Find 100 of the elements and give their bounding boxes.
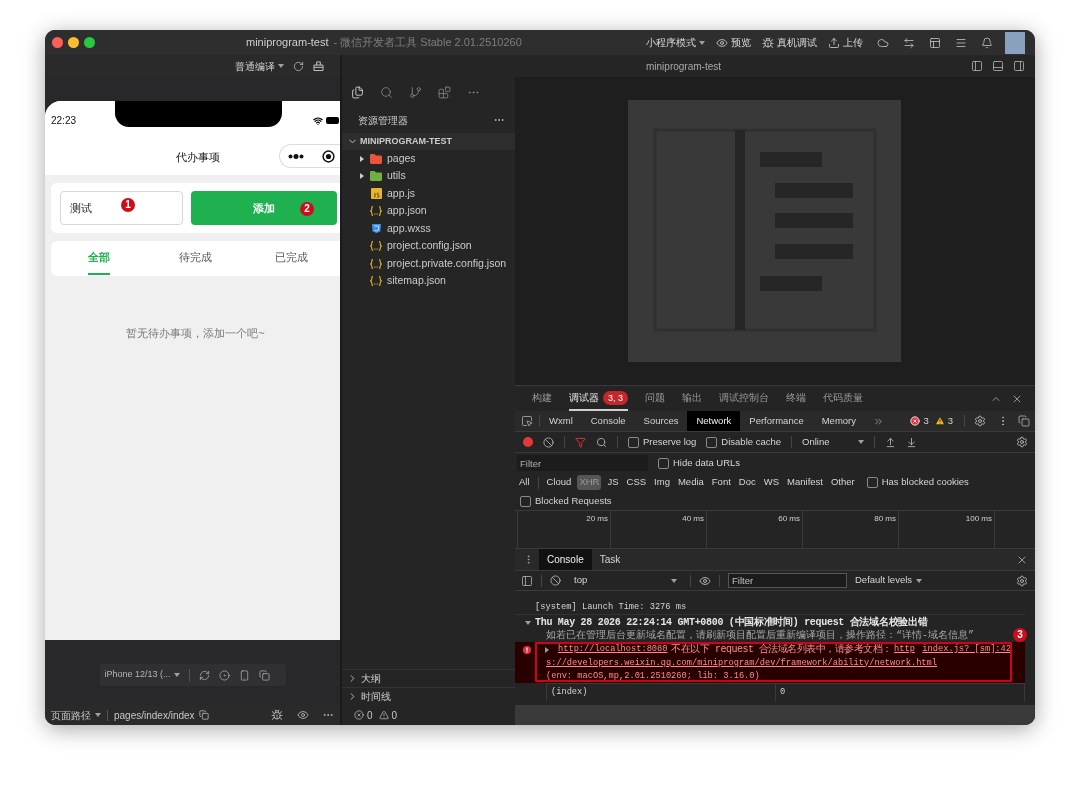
checkbox[interactable]: [628, 436, 639, 448]
docs-link[interactable]: http: [894, 643, 915, 657]
warning-status-icon[interactable]: [378, 710, 389, 720]
upload-button[interactable]: 上传: [828, 35, 863, 50]
swap-icon[interactable]: [903, 36, 915, 49]
file-tree-item[interactable]: app.wxss: [342, 220, 515, 238]
error-count[interactable]: 3: [923, 413, 929, 429]
panel-tab[interactable]: 问题: [645, 386, 665, 411]
bug-icon[interactable]: [271, 709, 283, 721]
localhost-link[interactable]: http://localhost:8080: [558, 643, 668, 657]
project-header[interactable]: MINIPROGRAM-TEST: [342, 133, 515, 150]
rotate-icon[interactable]: [198, 669, 210, 681]
resource-type-filter[interactable]: Other: [828, 475, 857, 490]
docs-link[interactable]: s://developers.weixin.qq.com/miniprogram/dev/framework/ability/network.html: [546, 656, 937, 669]
zoom-button[interactable]: [84, 37, 95, 48]
upload-icon[interactable]: [885, 436, 896, 448]
refresh-icon[interactable]: [293, 60, 304, 72]
panel-tab[interactable]: 输出: [682, 386, 702, 411]
sidebar-icon[interactable]: [521, 574, 533, 587]
menu-icon[interactable]: [955, 36, 967, 49]
panel-tab[interactable]: 调试控制台: [719, 386, 769, 411]
avatar-placeholder[interactable]: [1005, 31, 1025, 54]
eye-icon[interactable]: [699, 574, 711, 587]
file-tree-item[interactable]: project.private.config.json: [342, 255, 515, 273]
minimize-button[interactable]: [68, 37, 79, 48]
inspect-icon[interactable]: [521, 415, 533, 427]
clear-icon[interactable]: [543, 436, 554, 448]
branch-icon[interactable]: [409, 85, 422, 99]
source-link[interactable]: index.js? [sm]:42: [922, 643, 1011, 657]
checkbox[interactable]: [706, 436, 718, 448]
device-dropdown[interactable]: iPhone 12/13 (...: [104, 668, 180, 682]
resource-type-filter[interactable]: CSS: [624, 475, 649, 490]
error-status-count[interactable]: 0: [367, 707, 373, 723]
files-icon[interactable]: [351, 85, 364, 99]
phone-icon[interactable]: [238, 669, 250, 681]
settings-icon[interactable]: [1016, 436, 1028, 448]
capsule-menu[interactable]: [279, 144, 340, 168]
drawer-tab[interactable]: Task: [591, 549, 629, 570]
file-tree-item[interactable]: pages: [342, 150, 515, 168]
search-icon[interactable]: [596, 436, 607, 448]
left-panel-icon[interactable]: [971, 60, 983, 72]
settings-icon[interactable]: [974, 415, 986, 427]
bell-icon[interactable]: [981, 36, 993, 49]
console-filter-input[interactable]: Filter: [728, 573, 847, 588]
resource-type-filter[interactable]: WS: [761, 475, 782, 490]
panel-section-header[interactable]: 大纲: [342, 669, 515, 687]
file-tree-item[interactable]: project.config.json: [342, 237, 515, 255]
download-icon[interactable]: [906, 436, 917, 448]
resource-type-filter[interactable]: Media: [675, 475, 706, 490]
target-icon[interactable]: [322, 149, 335, 163]
file-tree-item[interactable]: utils: [342, 167, 515, 185]
preview-button[interactable]: 预览: [716, 35, 751, 50]
devtools-tab[interactable]: Memory: [812, 411, 865, 431]
compile-mode-dropdown[interactable]: 普通编译: [235, 58, 284, 74]
more-dots-icon[interactable]: [288, 153, 304, 159]
panel-tab[interactable]: 代码质量: [823, 386, 863, 411]
filter-input[interactable]: Filter: [517, 455, 648, 471]
bottom-panel-icon[interactable]: [992, 60, 1004, 72]
extensions-icon[interactable]: [438, 85, 451, 99]
devtools-tab[interactable]: Wxml: [540, 411, 582, 431]
remote-debug-button[interactable]: 真机调试: [762, 35, 817, 50]
resource-type-filter[interactable]: Font: [709, 475, 733, 490]
devtools-tab[interactable]: Performance: [740, 411, 813, 431]
resource-type-filter[interactable]: Cloud: [544, 475, 574, 490]
resource-type-filter[interactable]: Img: [652, 475, 672, 490]
record-icon[interactable]: [523, 437, 533, 447]
panel-tab[interactable]: 终端: [786, 386, 806, 411]
clear-icon[interactable]: [550, 575, 561, 586]
levels-dropdown[interactable]: Default levels: [855, 573, 923, 588]
error-status-icon[interactable]: [354, 710, 364, 720]
context-select[interactable]: top: [569, 573, 682, 588]
eye-icon[interactable]: [297, 709, 309, 721]
file-tree-item[interactable]: app.js: [342, 185, 515, 203]
devtools-tab[interactable]: Network: [687, 411, 741, 431]
settings-icon[interactable]: [1016, 574, 1028, 587]
warning-status-count[interactable]: 0: [391, 707, 398, 723]
checkbox[interactable]: [658, 457, 669, 469]
right-panel-icon[interactable]: [1013, 60, 1025, 72]
drawer-tab[interactable]: Console: [539, 549, 592, 570]
page-path-dropdown[interactable]: 页面路径: [51, 707, 101, 723]
overlapping-squares-icon[interactable]: [1018, 415, 1030, 427]
panel-tab[interactable]: 构建: [532, 386, 552, 411]
close-button[interactable]: [52, 37, 63, 48]
layout-icon[interactable]: [929, 36, 941, 49]
devtools-tab[interactable]: Console: [581, 411, 635, 431]
resource-type-filter[interactable]: All: [517, 475, 532, 490]
resource-type-filter[interactable]: JS: [605, 475, 621, 490]
resource-type-filter[interactable]: Doc: [736, 475, 758, 490]
copy-icon[interactable]: [198, 710, 209, 720]
file-tree-item[interactable]: app.json: [342, 202, 515, 220]
windows-icon[interactable]: [258, 669, 270, 681]
filter-tab[interactable]: 已完成: [243, 241, 340, 276]
file-tree-item[interactable]: sitemap.json: [342, 272, 515, 290]
checkbox[interactable]: [866, 477, 878, 488]
checkbox[interactable]: [520, 495, 531, 507]
cloud-icon[interactable]: [877, 36, 889, 49]
mode-dropdown[interactable]: 小程序模式: [646, 35, 705, 50]
filter-tab[interactable]: 待完成: [147, 241, 244, 276]
bag-icon[interactable]: [313, 61, 324, 71]
warning-count[interactable]: 3: [947, 413, 953, 429]
